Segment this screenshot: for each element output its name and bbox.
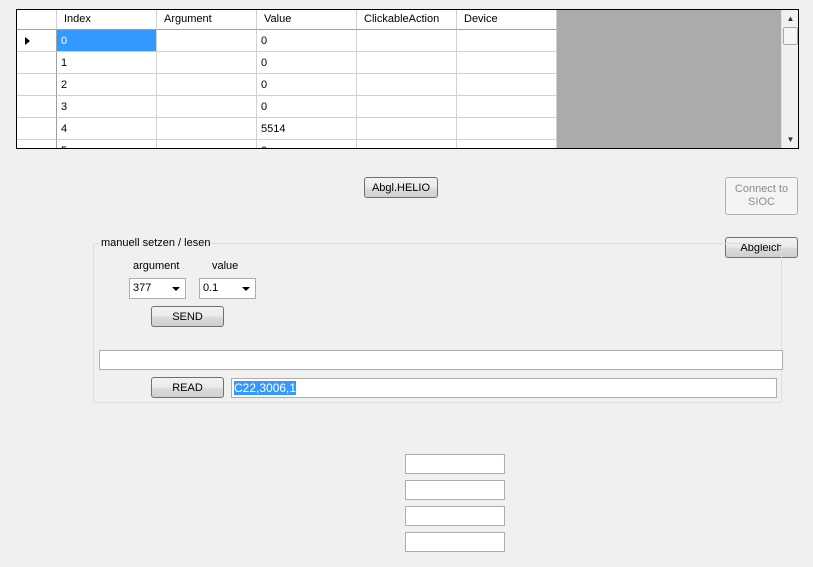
cell-device[interactable] xyxy=(457,118,557,140)
grid-header: Index Argument Value ClickableAction Dev… xyxy=(17,10,557,30)
column-header-device[interactable]: Device xyxy=(457,10,557,30)
cell-device[interactable] xyxy=(457,74,557,96)
grid-body: 001020304551450 xyxy=(17,30,557,148)
cell-index[interactable]: 1 xyxy=(57,52,157,74)
groupbox-title: manuell setzen / lesen xyxy=(99,237,213,249)
argument-combobox-value: 377 xyxy=(133,282,152,294)
cell-clickable-action[interactable] xyxy=(357,74,457,96)
table-row[interactable]: 00 xyxy=(17,30,557,52)
grid-corner-cell[interactable] xyxy=(17,10,57,30)
cell-value[interactable]: 0 xyxy=(257,52,357,74)
column-header-argument[interactable]: Argument xyxy=(157,10,257,30)
column-header-index[interactable]: Index xyxy=(57,10,157,30)
read-button[interactable]: READ xyxy=(151,377,224,398)
connect-button-label-line1: Connect to xyxy=(734,183,789,195)
read-value-textbox[interactable]: C22,3006,1 xyxy=(231,378,777,398)
cell-value[interactable]: 0 xyxy=(257,30,357,52)
value-label: value xyxy=(212,260,239,272)
cell-clickable-action[interactable] xyxy=(357,30,457,52)
bottom-field-1[interactable] xyxy=(405,454,505,474)
cell-device[interactable] xyxy=(457,52,557,74)
cell-index[interactable]: 2 xyxy=(57,74,157,96)
scrollbar-thumb[interactable] xyxy=(783,27,798,45)
column-header-clickable-action[interactable]: ClickableAction xyxy=(357,10,457,30)
cell-device[interactable] xyxy=(457,140,557,148)
data-grid[interactable]: Index Argument Value ClickableAction Dev… xyxy=(16,9,799,149)
row-header[interactable] xyxy=(17,52,57,74)
table-row[interactable]: 10 xyxy=(17,52,557,74)
scroll-down-arrow-icon[interactable]: ▼ xyxy=(782,131,798,148)
column-header-value[interactable]: Value xyxy=(257,10,357,30)
argument-combobox[interactable]: 377 xyxy=(129,278,186,299)
row-header-current-arrow-icon[interactable] xyxy=(17,30,57,52)
cell-argument[interactable] xyxy=(157,52,257,74)
value-combobox[interactable]: 0.1 xyxy=(199,278,256,299)
cell-clickable-action[interactable] xyxy=(357,140,457,148)
cell-clickable-action[interactable] xyxy=(357,52,457,74)
bottom-field-2[interactable] xyxy=(405,480,505,500)
cell-value[interactable]: 5514 xyxy=(257,118,357,140)
row-header[interactable] xyxy=(17,74,57,96)
bottom-field-4[interactable] xyxy=(405,532,505,552)
grid-vertical-scrollbar[interactable]: ▲ ▼ xyxy=(781,10,798,148)
cell-index[interactable]: 5 xyxy=(57,140,157,148)
cell-clickable-action[interactable] xyxy=(357,96,457,118)
row-header[interactable] xyxy=(17,96,57,118)
send-button[interactable]: SEND xyxy=(151,306,224,327)
cell-device[interactable] xyxy=(457,30,557,52)
connect-to-sioc-button[interactable]: Connect to SIOC xyxy=(725,177,798,215)
cell-argument[interactable] xyxy=(157,30,257,52)
bottom-field-3[interactable] xyxy=(405,506,505,526)
row-header[interactable] xyxy=(17,140,57,148)
cell-device[interactable] xyxy=(457,96,557,118)
argument-label: argument xyxy=(133,260,180,272)
cell-argument[interactable] xyxy=(157,140,257,148)
scroll-up-arrow-icon[interactable]: ▲ xyxy=(782,10,798,27)
status-textbox[interactable] xyxy=(99,350,783,370)
value-combobox-value: 0.1 xyxy=(203,282,219,294)
cell-value[interactable]: 0 xyxy=(257,140,357,148)
cell-index[interactable]: 3 xyxy=(57,96,157,118)
connect-button-label-line2: SIOC xyxy=(748,196,775,208)
read-value-selected-text: C22,3006,1 xyxy=(234,381,297,395)
table-row[interactable]: 4 5514 xyxy=(17,118,557,140)
table-row[interactable]: 20 xyxy=(17,74,557,96)
row-header[interactable] xyxy=(17,118,57,140)
cell-value[interactable]: 0 xyxy=(257,74,357,96)
cell-index[interactable]: 0 xyxy=(57,30,157,52)
chevron-down-icon[interactable] xyxy=(172,287,180,291)
cell-clickable-action[interactable] xyxy=(357,118,457,140)
cell-argument[interactable] xyxy=(157,96,257,118)
cell-index[interactable]: 4 xyxy=(57,118,157,140)
chevron-down-icon[interactable] xyxy=(242,287,250,291)
cell-argument[interactable] xyxy=(157,74,257,96)
cell-argument[interactable] xyxy=(157,118,257,140)
cell-value[interactable]: 0 xyxy=(257,96,357,118)
table-row[interactable]: 50 xyxy=(17,140,557,148)
table-row[interactable]: 30 xyxy=(17,96,557,118)
abgl-helio-button[interactable]: Abgl.HELIO xyxy=(364,177,438,198)
